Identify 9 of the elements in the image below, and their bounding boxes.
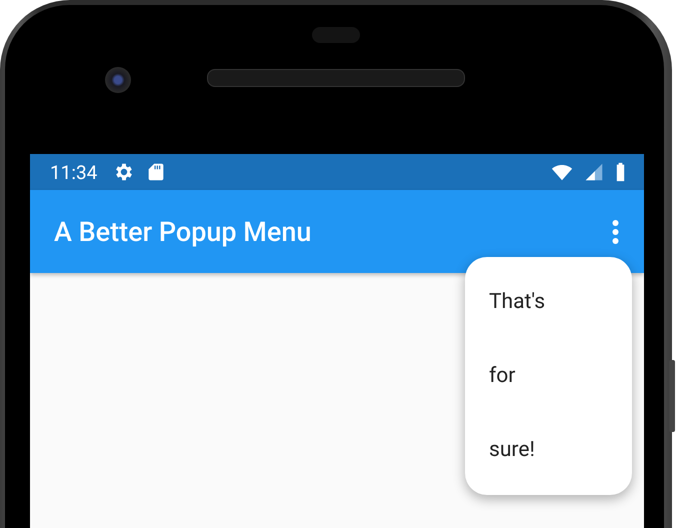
battery-icon — [615, 161, 626, 183]
menu-item[interactable]: That's — [465, 290, 632, 314]
signal-icon — [583, 161, 605, 183]
camera-lens — [105, 67, 131, 93]
status-time: 11:34 — [50, 160, 98, 184]
menu-item[interactable]: sure! — [465, 438, 632, 462]
more-options-icon[interactable] — [611, 218, 620, 244]
menu-item[interactable]: for — [465, 364, 632, 388]
app-title: A Better Popup Menu — [54, 216, 312, 248]
